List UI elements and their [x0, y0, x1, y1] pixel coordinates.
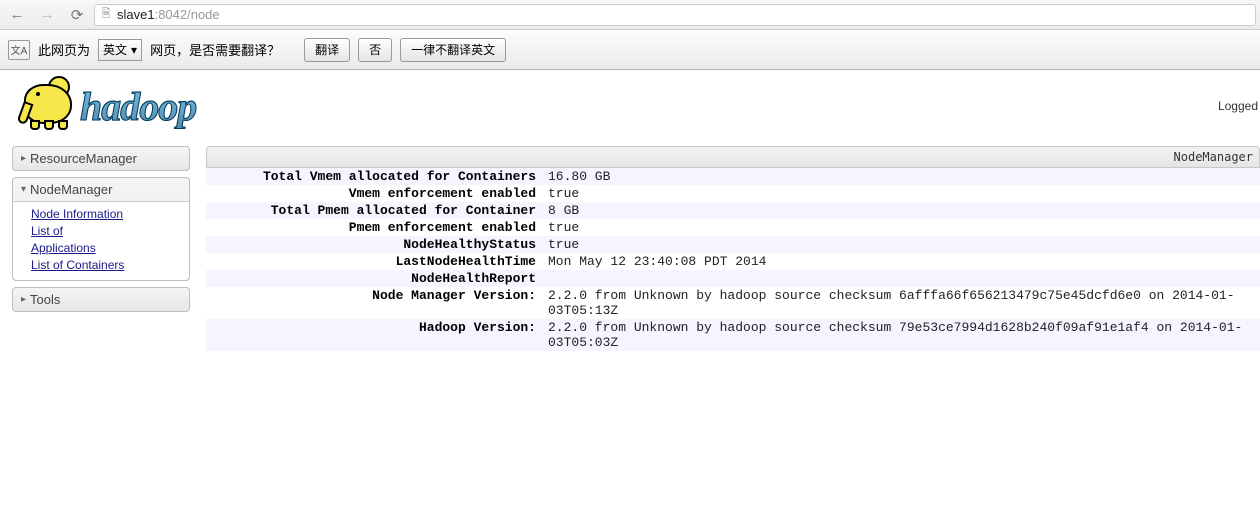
table-row: Hadoop Version:2.2.0 from Unknown by had… [206, 319, 1260, 351]
link-list-of-applications-line1[interactable]: List of [31, 223, 189, 240]
translate-never-button[interactable]: 一律不翻译英文 [400, 38, 506, 62]
row-label: NodeHealthyStatus [206, 236, 542, 253]
reload-button[interactable]: ⟳ [64, 4, 90, 26]
sidebar-group-resourcemanager[interactable]: ▸ ResourceManager [12, 146, 190, 171]
row-value: Mon May 12 23:40:08 PDT 2014 [542, 253, 1260, 270]
link-list-of-applications-line2[interactable]: Applications [31, 240, 189, 257]
forward-button[interactable]: → [34, 4, 60, 26]
link-list-of-containers[interactable]: List of Containers [31, 257, 189, 274]
main-panel: NodeManager Total Vmem allocated for Con… [206, 146, 1260, 351]
row-label: LastNodeHealthTime [206, 253, 542, 270]
row-label: Total Pmem allocated for Container [206, 202, 542, 219]
table-row: NodeHealthReport [206, 270, 1260, 287]
browser-toolbar: ← → ⟳ 🗎 slave1:8042/node [0, 0, 1260, 30]
row-value [542, 270, 1260, 287]
sidebar-group-nodemanager: ▾ NodeManager Node Information List of A… [12, 177, 190, 281]
table-row: Vmem enforcement enabledtrue [206, 185, 1260, 202]
row-label: Hadoop Version: [206, 319, 542, 351]
sidebar: ▸ ResourceManager ▾ NodeManager Node Inf… [12, 146, 190, 312]
row-label: Vmem enforcement enabled [206, 185, 542, 202]
row-value: true [542, 219, 1260, 236]
row-value: true [542, 185, 1260, 202]
row-value: true [542, 236, 1260, 253]
translate-suffix: 网页，是否需要翻译？ [150, 40, 280, 59]
translate-button[interactable]: 翻译 [304, 38, 350, 62]
hadoop-logo: hadoop [8, 74, 196, 134]
row-value: 16.80 GB [542, 168, 1260, 185]
table-row: Node Manager Version:2.2.0 from Unknown … [206, 287, 1260, 319]
row-label: NodeHealthReport [206, 270, 542, 287]
language-selected: 英文 [103, 41, 127, 58]
chevron-right-icon: ▸ [21, 294, 26, 305]
url-host: slave1 [117, 7, 155, 22]
row-label: Node Manager Version: [206, 287, 542, 319]
sidebar-label-tools: Tools [30, 292, 60, 307]
url-path: :8042/node [155, 7, 220, 22]
language-select[interactable]: 英文 ▾ [98, 39, 142, 61]
logged-label: Logged [1218, 95, 1260, 113]
row-value: 2.2.0 from Unknown by hadoop source chec… [542, 287, 1260, 319]
sidebar-group-tools[interactable]: ▸ Tools [12, 287, 190, 312]
sidebar-body-nodemanager: Node Information List of Applications Li… [13, 201, 189, 280]
translate-no-button[interactable]: 否 [358, 38, 392, 62]
row-value: 8 GB [542, 202, 1260, 219]
translate-icon: 文A [8, 40, 30, 60]
page-icon: 🗎 [99, 8, 113, 22]
link-node-information[interactable]: Node Information [31, 206, 189, 223]
node-info-table: Total Vmem allocated for Containers16.80… [206, 168, 1260, 351]
table-row: Pmem enforcement enabledtrue [206, 219, 1260, 236]
sidebar-head-tools[interactable]: ▸ Tools [13, 288, 189, 311]
sidebar-label-nodemanager: NodeManager [30, 182, 112, 197]
translate-prefix: 此网页为 [38, 40, 90, 59]
chevron-right-icon: ▸ [21, 153, 26, 164]
sidebar-head-nodemanager[interactable]: ▾ NodeManager [13, 178, 189, 201]
logo-text: hadoop [80, 83, 196, 130]
row-label: Pmem enforcement enabled [206, 219, 542, 236]
back-button[interactable]: ← [4, 4, 30, 26]
table-row: NodeHealthyStatustrue [206, 236, 1260, 253]
address-bar[interactable]: 🗎 slave1:8042/node [94, 4, 1256, 26]
table-row: Total Pmem allocated for Container8 GB [206, 202, 1260, 219]
translate-bar: 文A 此网页为 英文 ▾ 网页，是否需要翻译？ 翻译 否 一律不翻译英文 [0, 30, 1260, 70]
row-label: Total Vmem allocated for Containers [206, 168, 542, 185]
row-value: 2.2.0 from Unknown by hadoop source chec… [542, 319, 1260, 351]
sidebar-label-resourcemanager: ResourceManager [30, 151, 137, 166]
sidebar-head-resourcemanager[interactable]: ▸ ResourceManager [13, 147, 189, 170]
panel-title: NodeManager [1174, 150, 1253, 164]
elephant-icon [8, 74, 80, 134]
table-row: Total Vmem allocated for Containers16.80… [206, 168, 1260, 185]
dropdown-icon: ▾ [131, 43, 137, 57]
chevron-down-icon: ▾ [21, 184, 26, 195]
table-row: LastNodeHealthTimeMon May 12 23:40:08 PD… [206, 253, 1260, 270]
panel-title-bar: NodeManager [206, 146, 1260, 168]
